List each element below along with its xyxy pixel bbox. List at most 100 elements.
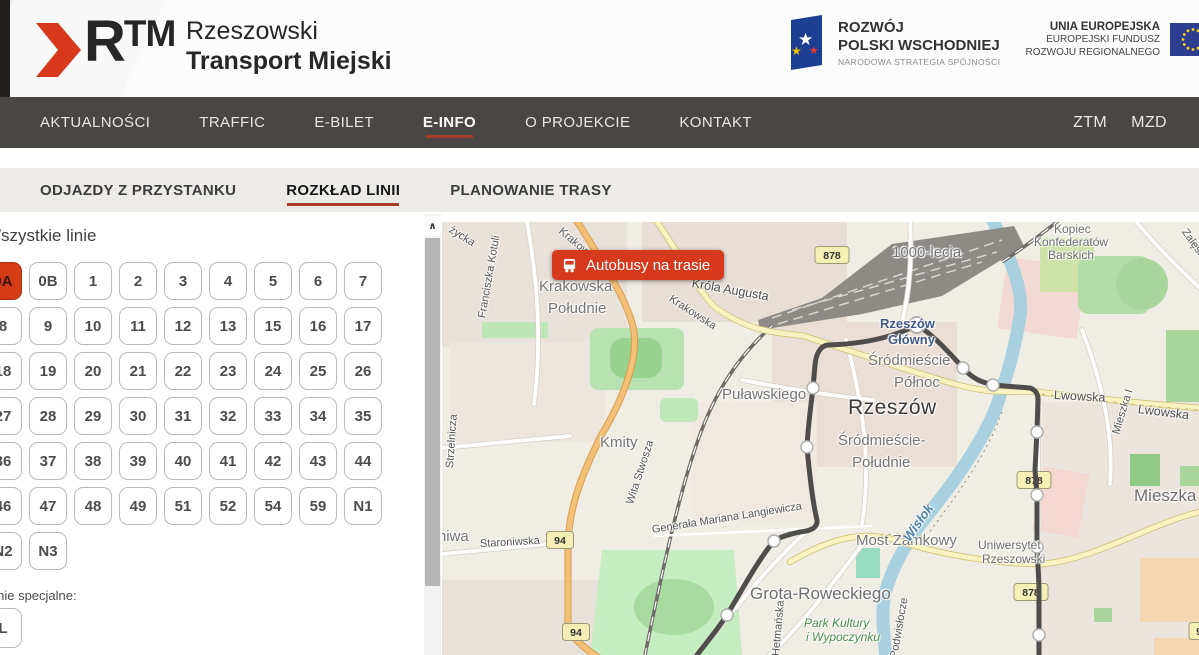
- line-button-11[interactable]: 11: [119, 307, 157, 345]
- nav-item-mzd[interactable]: MZD: [1131, 114, 1167, 132]
- line-button-12[interactable]: 12: [164, 307, 202, 345]
- line-button-48[interactable]: 48: [74, 487, 112, 525]
- line-button-25[interactable]: 25: [299, 352, 337, 390]
- subnav-item-odjazdy-z-przystanku[interactable]: ODJAZDY Z PRZYSTANKU: [40, 182, 236, 199]
- line-button-15[interactable]: 15: [254, 307, 292, 345]
- line-button-22[interactable]: 22: [164, 352, 202, 390]
- line-button-38[interactable]: 38: [74, 442, 112, 480]
- line-button-16[interactable]: 16: [299, 307, 337, 345]
- nav-item-e-info[interactable]: E-INFO: [423, 114, 476, 131]
- line-button-n3[interactable]: N3: [29, 532, 67, 570]
- svg-text:878: 878: [823, 250, 841, 262]
- line-button-44[interactable]: 44: [344, 442, 382, 480]
- line-button-51[interactable]: 51: [164, 487, 202, 525]
- line-button-41[interactable]: 41: [209, 442, 247, 480]
- line-button-23[interactable]: 23: [209, 352, 247, 390]
- line-button-34[interactable]: 34: [299, 397, 337, 435]
- line-button-59[interactable]: 59: [299, 487, 337, 525]
- line-button-29[interactable]: 29: [74, 397, 112, 435]
- line-button-43[interactable]: 43: [299, 442, 337, 480]
- nav-item-ztm[interactable]: ZTM: [1073, 114, 1107, 132]
- line-button-27[interactable]: 27: [0, 397, 22, 435]
- line-button-8[interactable]: 8: [0, 307, 22, 345]
- buses-on-route-button[interactable]: Autobusy na trasie: [552, 250, 724, 280]
- sub-nav: ODJAZDY Z PRZYSTANKU ROZKŁAD LINII PLANOWA…: [0, 168, 1199, 212]
- line-button-5[interactable]: 5: [254, 262, 292, 300]
- line-button-28[interactable]: 28: [29, 397, 67, 435]
- line-button-18[interactable]: 18: [0, 352, 22, 390]
- line-button-2[interactable]: 2: [119, 262, 157, 300]
- line-button-54[interactable]: 54: [254, 487, 292, 525]
- line-button-9[interactable]: 9: [29, 307, 67, 345]
- route-map[interactable]: 87887887894949 życkaKrakowskaKrakowskaKr…: [442, 222, 1199, 655]
- line-button-13[interactable]: 13: [209, 307, 247, 345]
- nav-item-e-bilet[interactable]: E-BILET: [314, 114, 373, 131]
- svg-text:★: ★: [791, 44, 802, 58]
- line-button-n1[interactable]: N1: [344, 487, 382, 525]
- line-button-31[interactable]: 31: [164, 397, 202, 435]
- lines-panel: Wszystkie linie 0A0B12345678910111213151…: [0, 212, 424, 655]
- main-nav-right: ZTM MZD: [1073, 114, 1167, 132]
- line-button-30[interactable]: 30: [119, 397, 157, 435]
- line-button-52[interactable]: 52: [209, 487, 247, 525]
- site-title-line2: Transport Miejski: [186, 46, 392, 76]
- main-nav-items: AKTUALNOŚCI TRAFFIC E-BILET E-INFO O PROJEKC…: [0, 114, 752, 131]
- rpw-line1: ROZWÓJ: [838, 19, 1000, 36]
- line-button-46[interactable]: 46: [0, 487, 22, 525]
- line-button-n2[interactable]: N2: [0, 532, 22, 570]
- panel-scrollbar[interactable]: ∧: [424, 214, 441, 655]
- line-button-7[interactable]: 7: [344, 262, 382, 300]
- header-left-edge: [0, 0, 10, 97]
- line-button-49[interactable]: 49: [119, 487, 157, 525]
- scrollbar-thumb[interactable]: [425, 238, 440, 586]
- chevron-logo-icon: [36, 22, 82, 78]
- nav-item-traffic[interactable]: TRAFFIC: [199, 114, 265, 131]
- line-button-10[interactable]: 10: [74, 307, 112, 345]
- subnav-item-planowanie-trasy[interactable]: PLANOWANIE TRASY: [450, 182, 611, 199]
- page: R TM Rzeszowski Transport Miejski ★ ★ ★ …: [0, 0, 1199, 655]
- line-button-3[interactable]: 3: [164, 262, 202, 300]
- rpw-line2: POLSKI WSCHODNIEJ: [838, 37, 1000, 54]
- line-button-19[interactable]: 19: [29, 352, 67, 390]
- svg-text:94: 94: [570, 627, 582, 639]
- sub-nav-items: ODJAZDY Z PRZYSTANKU ROZKŁAD LINII PLANOWA…: [0, 182, 612, 199]
- line-button-24[interactable]: 24: [254, 352, 292, 390]
- nav-item-o-projekcie[interactable]: O PROJEKCIE: [525, 114, 630, 131]
- line-button-39[interactable]: 39: [119, 442, 157, 480]
- svg-text:★: ★: [809, 44, 819, 57]
- eu-line2: EUROPEJSKI FUNDUSZ: [1000, 34, 1160, 47]
- line-button-0b[interactable]: 0B: [29, 262, 67, 300]
- line-button-6[interactable]: 6: [299, 262, 337, 300]
- lines-grid: 0A0B123456789101112131516171819202122232…: [0, 262, 389, 577]
- line-button-21[interactable]: 21: [119, 352, 157, 390]
- nav-item-kontakt[interactable]: KONTAKT: [679, 114, 752, 131]
- line-button-37[interactable]: 37: [29, 442, 67, 480]
- eu-line1: UNIA EUROPEJSKA: [1000, 20, 1160, 34]
- line-button-4[interactable]: 4: [209, 262, 247, 300]
- svg-text:94: 94: [554, 535, 566, 547]
- special-line-button-l[interactable]: L: [0, 608, 22, 648]
- special-lines-grid: L: [0, 608, 22, 648]
- scrollbar-up-arrow-icon[interactable]: ∧: [424, 216, 441, 236]
- line-button-35[interactable]: 35: [344, 397, 382, 435]
- line-button-0a[interactable]: 0A: [0, 262, 22, 300]
- line-button-33[interactable]: 33: [254, 397, 292, 435]
- nav-item-aktualności[interactable]: AKTUALNOŚCI: [40, 114, 150, 131]
- line-button-1[interactable]: 1: [74, 262, 112, 300]
- site-title-line1: Rzeszowski: [186, 16, 392, 46]
- rpw-stars-icon: ★ ★ ★: [786, 13, 830, 73]
- rpw-line3: NARODOWA STRATEGIA SPÓJNOŚCI: [838, 57, 1000, 67]
- eu-funding-logo: UNIA EUROPEJSKA EUROPEJSKI FUNDUSZ ROZWO…: [1000, 20, 1199, 59]
- line-button-36[interactable]: 36: [0, 442, 22, 480]
- line-button-17[interactable]: 17: [344, 307, 382, 345]
- line-button-26[interactable]: 26: [344, 352, 382, 390]
- header: R TM Rzeszowski Transport Miejski ★ ★ ★ …: [0, 0, 1199, 97]
- line-button-47[interactable]: 47: [29, 487, 67, 525]
- line-button-40[interactable]: 40: [164, 442, 202, 480]
- line-button-32[interactable]: 32: [209, 397, 247, 435]
- line-button-20[interactable]: 20: [74, 352, 112, 390]
- subnav-item-rozkład-linii[interactable]: ROZKŁAD LINII: [286, 182, 400, 199]
- line-button-42[interactable]: 42: [254, 442, 292, 480]
- eu-line3: ROZWOJU REGIONALNEGO: [1000, 47, 1160, 60]
- logo[interactable]: R TM: [36, 14, 175, 78]
